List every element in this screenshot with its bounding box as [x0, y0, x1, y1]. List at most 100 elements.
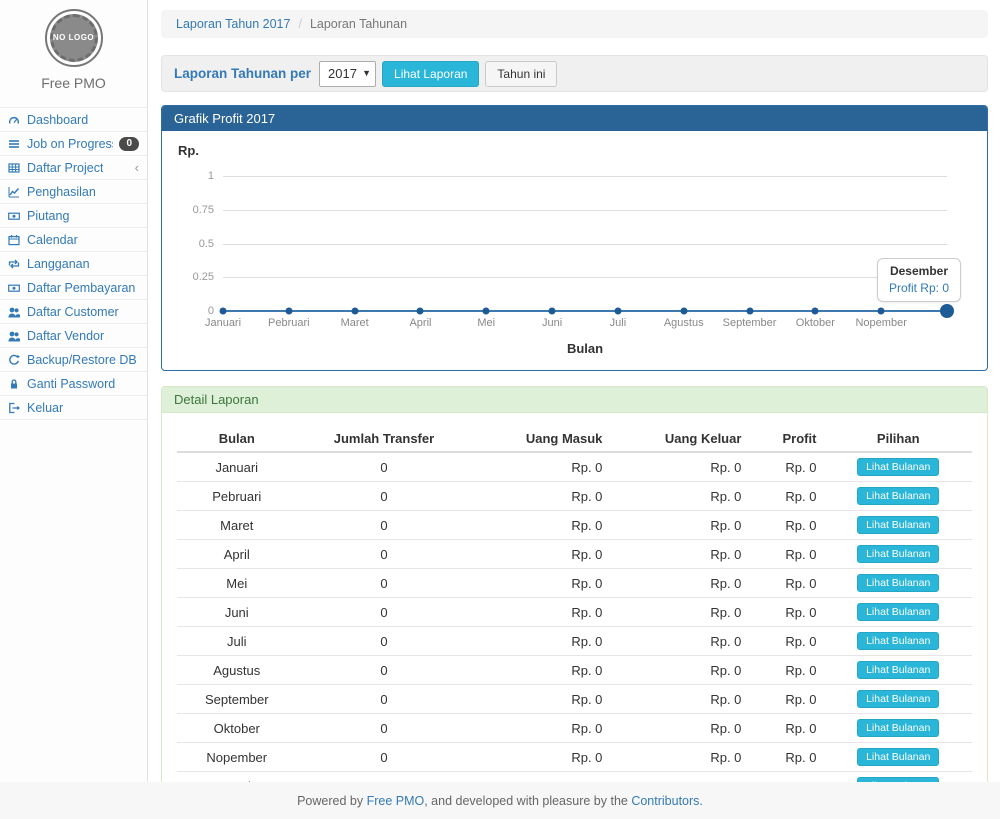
lihat-bulanan-button[interactable]: Lihat Bulanan — [857, 661, 939, 679]
cell-uang-masuk: Rp. 0 — [471, 482, 610, 511]
cell-profit: Rp. 0 — [749, 540, 824, 569]
tahun-ini-button[interactable]: Tahun ini — [485, 61, 557, 87]
app-window: NO LOGO Free PMO DashboardJob on Progres… — [0, 0, 1000, 819]
cell-profit: Rp. 0 — [749, 482, 824, 511]
cell-pilihan: Lihat Bulanan — [824, 569, 972, 598]
sidebar-item-ganti-password[interactable]: Ganti Password — [0, 372, 147, 396]
footer-link-contributors[interactable]: Contributors. — [631, 794, 703, 808]
cell-jumlah-transfer: 0 — [297, 511, 472, 540]
lihat-bulanan-button[interactable]: Lihat Bulanan — [857, 719, 939, 737]
lihat-bulanan-button[interactable]: Lihat Bulanan — [857, 748, 939, 766]
data-point-pebruari[interactable] — [285, 308, 292, 315]
data-point-september[interactable] — [746, 308, 753, 315]
detail-report-panel: Detail Laporan BulanJumlah TransferUang … — [161, 386, 988, 782]
cell-uang-keluar: Rp. 0 — [610, 511, 749, 540]
tasks-icon — [7, 138, 21, 150]
data-point-desember[interactable] — [940, 304, 954, 318]
sidebar-item-backup-restore-db[interactable]: Backup/Restore DB — [0, 348, 147, 372]
data-point-juli[interactable] — [614, 308, 621, 315]
sidebar-item-daftar-vendor[interactable]: Daftar Vendor — [0, 324, 147, 348]
sidebar: NO LOGO Free PMO DashboardJob on Progres… — [0, 0, 148, 782]
cell-uang-masuk: Rp. 0 — [471, 511, 610, 540]
sidebar-item-keluar[interactable]: Keluar — [0, 396, 147, 420]
lihat-bulanan-button[interactable]: Lihat Bulanan — [857, 545, 939, 563]
lihat-bulanan-button[interactable]: Lihat Bulanan — [857, 603, 939, 621]
sidebar-item-daftar-project[interactable]: Daftar Project‹ — [0, 156, 147, 180]
main-content: Laporan Tahun 2017 / Laporan Tahunan Lap… — [149, 0, 1000, 782]
cell-uang-keluar: Rp. 0 — [610, 627, 749, 656]
data-point-april[interactable] — [417, 308, 424, 315]
sidebar-item-penghasilan[interactable]: Penghasilan — [0, 180, 147, 204]
lihat-bulanan-button[interactable]: Lihat Bulanan — [857, 574, 939, 592]
cell-uang-keluar: Rp. 0 — [610, 569, 749, 598]
cell-jumlah-transfer: 0 — [297, 714, 472, 743]
data-point-juni[interactable] — [549, 308, 556, 315]
lihat-bulanan-button[interactable]: Lihat Bulanan — [857, 516, 939, 534]
cell-pilihan: Lihat Bulanan — [824, 743, 972, 772]
cell-bulan: Nopember — [177, 743, 297, 772]
x-axis-title: Bulan — [223, 341, 947, 356]
sidebar-item-label: Backup/Restore DB — [27, 353, 137, 367]
sidebar-item-calendar[interactable]: Calendar — [0, 228, 147, 252]
table-row-januari: Januari0Rp. 0Rp. 0Rp. 0Lihat Bulanan — [177, 452, 972, 482]
data-point-oktober[interactable] — [812, 308, 819, 315]
cell-bulan: Pebruari — [177, 482, 297, 511]
x-axis-labels: JanuariPebruariMaretAprilMeiJuniJuliAgus… — [223, 317, 947, 331]
data-point-maret[interactable] — [351, 308, 358, 315]
cell-uang-masuk: Rp. 0 — [471, 714, 610, 743]
cell-jumlah-transfer: 0 — [297, 772, 472, 783]
data-point-mei[interactable] — [483, 308, 490, 315]
lihat-bulanan-button[interactable]: Lihat Bulanan — [857, 632, 939, 650]
footer-link-free-pmo[interactable]: Free PMO — [367, 794, 425, 808]
column-header-uang-keluar: Uang Keluar — [610, 426, 749, 452]
cell-pilihan: Lihat Bulanan — [824, 598, 972, 627]
sidebar-item-langganan[interactable]: Langganan — [0, 252, 147, 276]
report-table: BulanJumlah TransferUang MasukUang Kelua… — [177, 426, 972, 782]
cell-jumlah-transfer: 0 — [297, 743, 472, 772]
breadcrumb-link-laporan-tahun[interactable]: Laporan Tahun 2017 — [176, 17, 290, 31]
data-point-januari[interactable] — [220, 308, 227, 315]
lihat-laporan-button[interactable]: Lihat Laporan — [382, 61, 479, 87]
table-row-september: September0Rp. 0Rp. 0Rp. 0Lihat Bulanan — [177, 685, 972, 714]
footer-middle: , and developed with pleasure by the — [424, 794, 631, 808]
cell-pilihan: Lihat Bulanan — [824, 714, 972, 743]
year-select[interactable]: 2017 — [319, 61, 376, 87]
lihat-bulanan-button[interactable]: Lihat Bulanan — [857, 487, 939, 505]
sidebar-item-job-on-progress[interactable]: Job on Progress0 — [0, 132, 147, 156]
cell-jumlah-transfer: 0 — [297, 452, 472, 482]
chevron-left-icon: ‹ — [135, 161, 139, 174]
cell-uang-masuk: Rp. 0 — [471, 598, 610, 627]
year-select-wrap: 2017 ▼ — [319, 61, 376, 87]
x-tick-label: Maret — [341, 317, 369, 329]
lihat-bulanan-button[interactable]: Lihat Bulanan — [857, 458, 939, 476]
cell-pilihan: Lihat Bulanan — [824, 772, 972, 783]
detail-panel-body: BulanJumlah TransferUang MasukUang Kelua… — [162, 413, 987, 782]
lihat-bulanan-button[interactable]: Lihat Bulanan — [857, 690, 939, 708]
x-tick-label: Nopember — [855, 317, 906, 329]
cell-uang-keluar: Rp. 0 — [610, 772, 749, 783]
sidebar-item-dashboard[interactable]: Dashboard — [0, 108, 147, 132]
cell-uang-masuk: Rp. 0 — [471, 627, 610, 656]
sidebar-item-piutang[interactable]: Piutang — [0, 204, 147, 228]
breadcrumb: Laporan Tahun 2017 / Laporan Tahunan — [161, 10, 988, 38]
sidebar-item-daftar-customer[interactable]: Daftar Customer — [0, 300, 147, 324]
column-header-uang-masuk: Uang Masuk — [471, 426, 610, 452]
users-icon — [7, 306, 21, 318]
data-point-agustus[interactable] — [680, 308, 687, 315]
x-tick-label: Juni — [542, 317, 562, 329]
gridline: 1 — [223, 176, 947, 177]
lock-icon — [7, 378, 21, 390]
cell-jumlah-transfer: 0 — [297, 685, 472, 714]
sidebar-item-label: Daftar Pembayaran — [27, 281, 135, 295]
logo-area: NO LOGO Free PMO — [0, 0, 147, 97]
sidebar-menu: DashboardJob on Progress0Daftar Project‹… — [0, 107, 147, 420]
y-tick-label: 1 — [208, 170, 214, 182]
sidebar-item-daftar-pembayaran[interactable]: Daftar Pembayaran — [0, 276, 147, 300]
footer: Powered by Free PMO, and developed with … — [0, 782, 1000, 819]
cell-uang-keluar: Rp. 0 — [610, 743, 749, 772]
data-point-nopember[interactable] — [878, 308, 885, 315]
users-icon — [7, 330, 21, 342]
footer-text: Powered by Free PMO, and developed with … — [297, 794, 703, 808]
cell-profit: Rp. 0 — [749, 685, 824, 714]
column-header-jumlah-transfer: Jumlah Transfer — [297, 426, 472, 452]
